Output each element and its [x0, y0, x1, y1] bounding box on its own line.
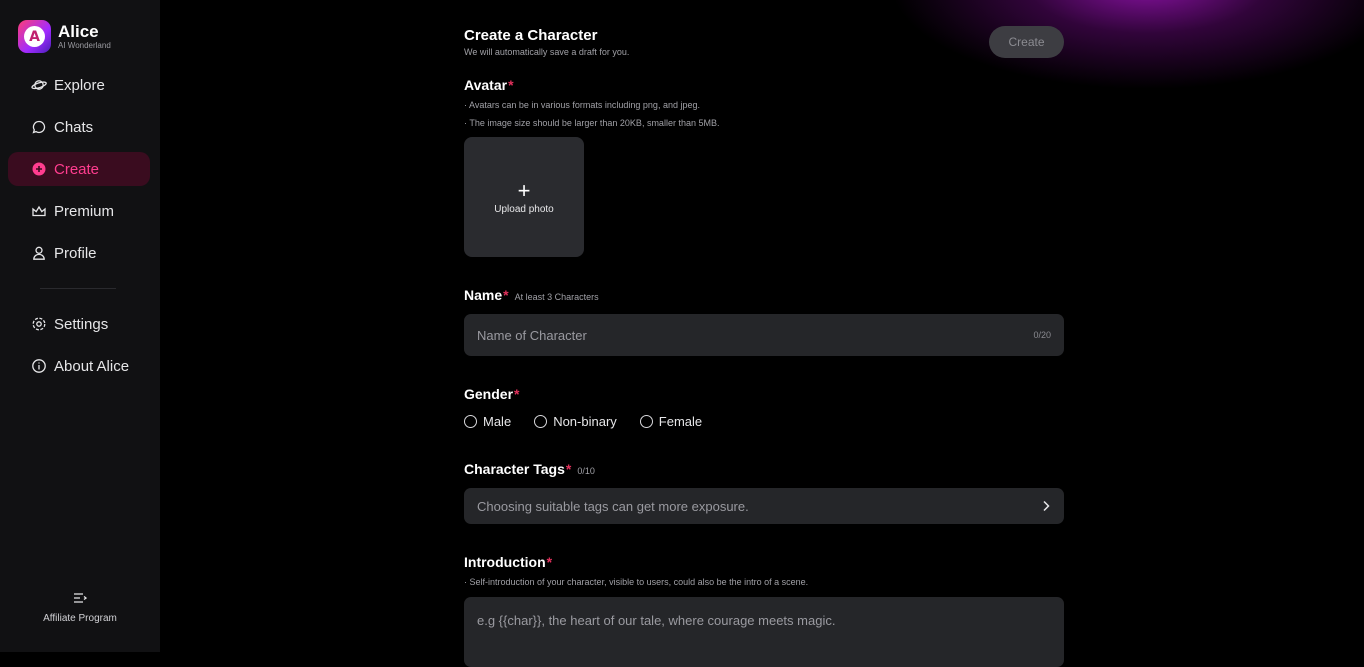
radio-circle-icon: [464, 415, 477, 428]
required-mark: *: [546, 554, 553, 570]
sidebar: A Alice AI Wonderland Explore Chats Crea…: [0, 0, 160, 652]
gender-option-label: Non-binary: [553, 414, 617, 429]
gender-radio-female[interactable]: Female: [639, 414, 703, 429]
name-placeholder: Name of Character: [477, 327, 587, 343]
name-char-counter: 0/20: [1033, 330, 1051, 340]
sidebar-item-explore[interactable]: Explore: [8, 68, 150, 102]
info-icon: [32, 359, 46, 373]
gender-label: Gender *: [464, 386, 519, 402]
character-tags-label-text: Character Tags: [464, 461, 565, 477]
tags-placeholder: Choosing suitable tags can get more expo…: [477, 498, 749, 514]
name-input[interactable]: Name of Character 0/20: [464, 314, 1064, 356]
background-glow: [744, 0, 1364, 160]
character-tags-label: Character Tags * 0/10: [464, 461, 595, 477]
sidebar-item-about[interactable]: About Alice: [8, 349, 150, 383]
sidebar-item-create[interactable]: Create: [8, 152, 150, 186]
name-label-text: Name: [464, 287, 503, 303]
user-icon: [33, 246, 45, 260]
required-mark: *: [565, 461, 572, 477]
sidebar-item-label: Create: [54, 160, 100, 178]
gender-radio-male[interactable]: Male: [464, 414, 511, 429]
sidebar-nav: Explore Chats Create Premium Profile Set…: [8, 68, 150, 391]
sidebar-item-label: Profile: [54, 244, 97, 262]
name-hint: At least 3 Characters: [514, 292, 599, 302]
sidebar-divider: [40, 288, 116, 289]
alice-logo-icon: A: [18, 20, 51, 53]
introduction-label-text: Introduction: [464, 554, 546, 570]
introduction-note: · Self-introduction of your character, v…: [464, 577, 809, 587]
app-name: Alice: [58, 22, 99, 41]
gender-option-label: Male: [483, 414, 512, 429]
app-tagline: AI Wonderland: [58, 41, 111, 50]
list-icon: [74, 593, 87, 603]
required-mark: *: [508, 77, 514, 93]
planet-icon: [31, 80, 47, 90]
upload-photo-button[interactable]: + Upload photo: [464, 137, 584, 257]
gender-option-label: Female: [658, 414, 703, 429]
avatar-label-text: Avatar: [464, 77, 508, 93]
tags-counter: 0/10: [577, 466, 595, 476]
name-label: Name * At least 3 Characters: [464, 287, 599, 303]
sidebar-item-label: Settings: [54, 315, 109, 333]
plus-icon: +: [517, 177, 531, 203]
sidebar-item-label: Explore: [54, 76, 105, 94]
gender-label-text: Gender: [464, 386, 514, 402]
gender-radio-group: Male Non-binary Female: [464, 414, 725, 429]
crown-icon: [32, 205, 46, 217]
avatar-note-size: · The image size should be larger than 2…: [464, 118, 720, 128]
chat-bubble-icon: [32, 120, 46, 134]
avatar-note-formats: · Avatars can be in various formats incl…: [464, 100, 700, 110]
upload-photo-label: Upload photo: [494, 203, 554, 215]
gear-icon: [32, 317, 46, 331]
affiliate-program-link[interactable]: Affiliate Program: [0, 592, 160, 624]
sidebar-item-premium[interactable]: Premium: [8, 194, 150, 228]
sidebar-item-label: Chats: [54, 118, 94, 136]
plus-circle-icon: [32, 162, 46, 176]
page-title: Create a Character: [464, 27, 598, 44]
radio-circle-icon: [639, 415, 653, 428]
introduction-textarea[interactable]: e.g {{char}}, the heart of our tale, whe…: [464, 597, 1064, 667]
character-tags-selector[interactable]: Choosing suitable tags can get more expo…: [464, 488, 1064, 524]
sidebar-item-profile[interactable]: Profile: [8, 236, 150, 270]
required-mark: *: [503, 287, 509, 303]
introduction-placeholder: e.g {{char}}, the heart of our tale, whe…: [477, 613, 836, 628]
create-button[interactable]: Create: [989, 26, 1064, 58]
introduction-label: Introduction *: [464, 554, 552, 570]
affiliate-program-label: Affiliate Program: [43, 613, 117, 624]
page-subtitle: We will automatically save a draft for y…: [464, 47, 630, 57]
required-mark: *: [514, 386, 520, 402]
gender-radio-nonbinary[interactable]: Non-binary: [534, 414, 617, 429]
chevron-right-icon: [1043, 500, 1050, 512]
sidebar-item-chats[interactable]: Chats: [8, 110, 150, 144]
app-logo[interactable]: A Alice AI Wonderland: [18, 20, 111, 53]
radio-circle-icon: [534, 415, 548, 428]
avatar-label: Avatar *: [464, 77, 514, 93]
sidebar-item-label: About Alice: [54, 357, 130, 375]
sidebar-item-label: Premium: [54, 202, 115, 220]
sidebar-item-settings[interactable]: Settings: [8, 307, 150, 341]
